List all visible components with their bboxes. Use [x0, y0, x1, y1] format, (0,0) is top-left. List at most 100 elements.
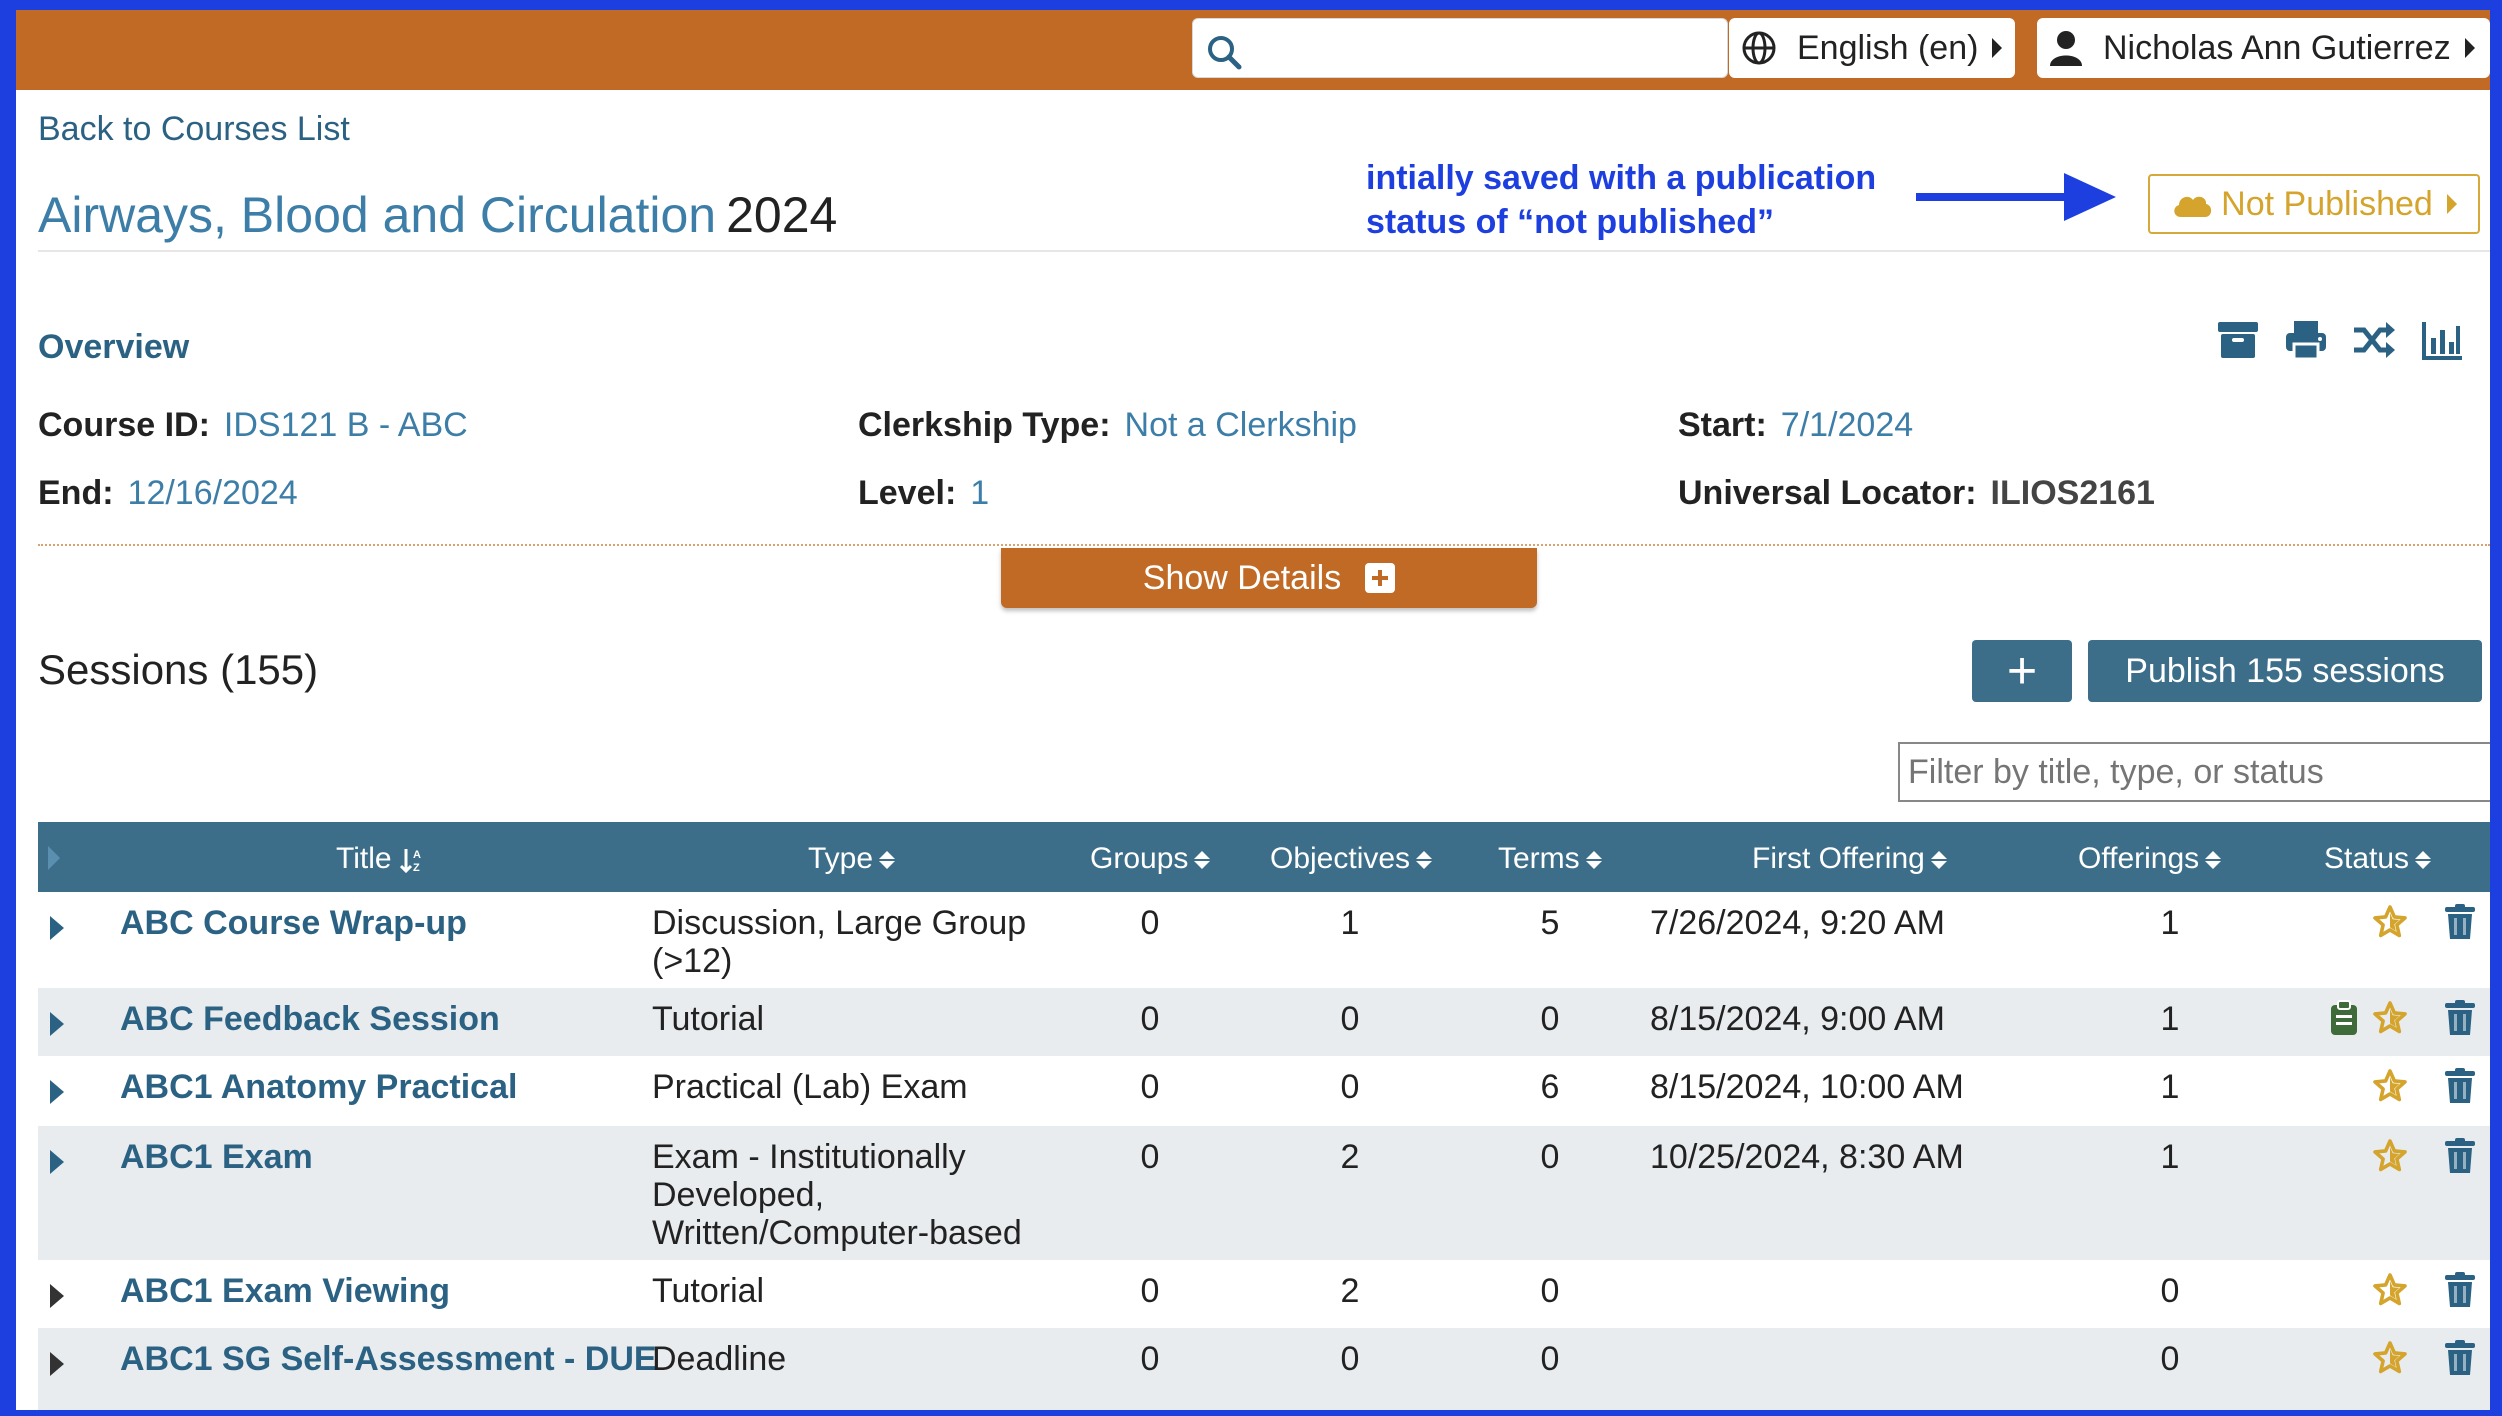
chart-icon[interactable]	[2420, 318, 2464, 362]
column-header-title[interactable]: Title AZ	[336, 842, 426, 876]
caret-right-icon	[2464, 38, 2475, 58]
session-title-link[interactable]: ABC1 Exam Viewing	[120, 1272, 450, 1310]
back-to-courses-link[interactable]: Back to Courses List	[38, 110, 350, 149]
trash-icon[interactable]	[2444, 1068, 2480, 1104]
column-label: Title	[336, 842, 392, 875]
sort-icon	[1194, 851, 1211, 870]
show-details-button[interactable]: Show Details	[1001, 548, 1537, 608]
svg-text:Z: Z	[413, 862, 420, 873]
sort-icon	[2205, 851, 2222, 870]
sort-alpha-icon: AZ	[399, 849, 421, 874]
trash-icon[interactable]	[2444, 1340, 2480, 1376]
table-row[interactable]: ABC1 Anatomy Practical Practical (Lab) Ex…	[38, 1056, 2490, 1126]
session-objectives: 2	[1340, 1272, 1360, 1310]
table-row[interactable]: ABC1 Exam Exam - Institutionally Develope…	[38, 1126, 2490, 1260]
star-icon[interactable]	[2372, 1000, 2408, 1036]
star-icon[interactable]	[2372, 1272, 2408, 1308]
session-terms: 0	[1540, 1340, 1560, 1378]
caret-right-icon	[1992, 38, 2003, 58]
star-icon[interactable]	[2372, 904, 2408, 940]
annotation-line-2: status of “not published”	[1366, 203, 1774, 241]
annotation-line-1: intially saved with a publication	[1366, 159, 1877, 197]
session-first-offering: 7/26/2024, 9:20 AM	[1650, 904, 1945, 942]
search-input[interactable]	[1192, 18, 1728, 78]
print-icon[interactable]	[2284, 318, 2328, 362]
caret-right-icon	[2446, 194, 2457, 214]
annotation-arrow	[1916, 193, 2066, 201]
session-title-link[interactable]: ABC Feedback Session	[120, 1000, 500, 1038]
expand-all-icon[interactable]	[48, 846, 60, 870]
plus-square-icon	[1365, 563, 1396, 593]
user-menu[interactable]: Nicholas Ann Gutierrez	[2037, 18, 2490, 78]
session-title-link[interactable]: ABC1 Anatomy Practical	[120, 1068, 517, 1106]
publish-status-button[interactable]: Not Published	[2148, 174, 2480, 234]
expand-row-icon[interactable]	[50, 1080, 64, 1104]
publish-sessions-button[interactable]: Publish 155 sessions	[2088, 640, 2482, 702]
column-header-first-offering[interactable]: First Offering	[1752, 842, 1947, 876]
page-title: Airways, Blood and Circulation 2024	[38, 186, 837, 244]
session-first-offering: 10/25/2024, 8:30 AM	[1650, 1138, 1964, 1176]
start-date-field: Start: 7/1/2024	[1678, 406, 1913, 445]
clipboard-icon[interactable]	[2330, 1000, 2366, 1036]
session-type: Tutorial	[652, 1000, 765, 1038]
expand-row-icon[interactable]	[50, 1012, 64, 1036]
session-offerings: 1	[2160, 1138, 2180, 1176]
star-icon[interactable]	[2372, 1340, 2408, 1376]
clerkship-type-value[interactable]: Not a Clerkship	[1125, 406, 1357, 444]
session-type: Deadline	[652, 1340, 787, 1378]
end-date-field: End: 12/16/2024	[38, 474, 298, 513]
sessions-heading: Sessions (155)	[38, 646, 319, 693]
session-title-link[interactable]: ABC Course Wrap-up	[120, 904, 467, 942]
expand-row-icon[interactable]	[50, 916, 64, 940]
column-label: First Offering	[1752, 842, 1925, 875]
start-date-value[interactable]: 7/1/2024	[1781, 406, 1913, 444]
session-offerings: 0	[2160, 1340, 2180, 1378]
level-value[interactable]: 1	[970, 474, 989, 512]
session-filter-input[interactable]	[1898, 742, 2490, 802]
archive-icon[interactable]	[2216, 318, 2260, 362]
table-row[interactable]: ABC Course Wrap-up Discussion, Large Grou…	[38, 892, 2490, 988]
column-header-terms[interactable]: Terms	[1498, 842, 1602, 876]
course-title[interactable]: Airways, Blood and Circulation	[38, 187, 716, 243]
expand-row-icon[interactable]	[50, 1150, 64, 1174]
trash-icon[interactable]	[2444, 1272, 2480, 1308]
session-terms: 0	[1540, 1000, 1560, 1038]
shuffle-icon[interactable]	[2352, 318, 2396, 362]
session-groups: 0	[1140, 1340, 1160, 1378]
table-row[interactable]: ABC Feedback Session Tutorial 0 0 0 8/15/2024…	[38, 988, 2490, 1056]
search-icon	[1208, 36, 1242, 70]
language-label: English (en)	[1797, 28, 1979, 67]
expand-row-icon[interactable]	[50, 1284, 64, 1308]
table-row[interactable]: ABC1 SG Self-Assessment - DUE Deadline 0 0 0…	[38, 1328, 2490, 1410]
session-title-link[interactable]: ABC1 Exam	[120, 1138, 313, 1176]
session-terms: 6	[1540, 1068, 1560, 1106]
table-row[interactable]: ABC1 Exam Viewing Tutorial 0 2 0 0	[38, 1260, 2490, 1328]
expand-row-icon[interactable]	[50, 1352, 64, 1376]
end-date-value[interactable]: 12/16/2024	[128, 474, 298, 512]
language-selector[interactable]: English (en)	[1729, 18, 2015, 78]
column-header-offerings[interactable]: Offerings	[2078, 842, 2222, 876]
sort-icon	[1416, 851, 1433, 870]
column-header-groups[interactable]: Groups	[1090, 842, 1211, 876]
column-header-status[interactable]: Status	[2324, 842, 2432, 876]
add-session-button[interactable]: +	[1972, 640, 2072, 702]
star-icon[interactable]	[2372, 1068, 2408, 1104]
column-header-type[interactable]: Type	[808, 842, 896, 876]
user-name: Nicholas Ann Gutierrez	[2103, 28, 2451, 67]
sort-icon	[879, 851, 896, 870]
course-id-value[interactable]: IDS121 B - ABC	[224, 406, 468, 444]
session-first-offering: 8/15/2024, 9:00 AM	[1650, 1000, 1945, 1038]
column-header-objectives[interactable]: Objectives	[1270, 842, 1433, 876]
session-objectives: 0	[1340, 1340, 1360, 1378]
session-terms: 0	[1540, 1138, 1560, 1176]
show-details-label: Show Details	[1142, 558, 1342, 597]
trash-icon[interactable]	[2444, 904, 2480, 940]
course-id-field: Course ID: IDS121 B - ABC	[38, 406, 468, 445]
star-icon[interactable]	[2372, 1138, 2408, 1174]
trash-icon[interactable]	[2444, 1000, 2480, 1036]
user-icon	[2050, 31, 2082, 66]
session-title-link[interactable]: ABC1 SG Self-Assessment - DUE	[120, 1340, 657, 1378]
column-label: Terms	[1498, 842, 1580, 875]
trash-icon[interactable]	[2444, 1138, 2480, 1174]
field-label: End:	[38, 474, 114, 512]
